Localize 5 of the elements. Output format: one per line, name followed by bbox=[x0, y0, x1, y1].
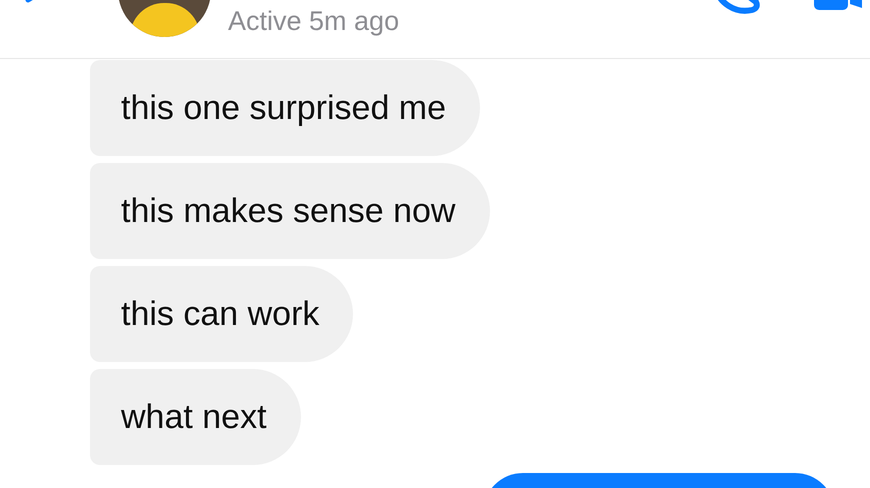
message-bubble: this can work bbox=[90, 266, 354, 362]
active-status: Active 5m ago bbox=[228, 5, 400, 38]
message-bubble: what next bbox=[90, 369, 301, 465]
message-bubble: this makes sense now bbox=[90, 163, 490, 259]
message-bubble: this one surprised me bbox=[90, 60, 480, 156]
